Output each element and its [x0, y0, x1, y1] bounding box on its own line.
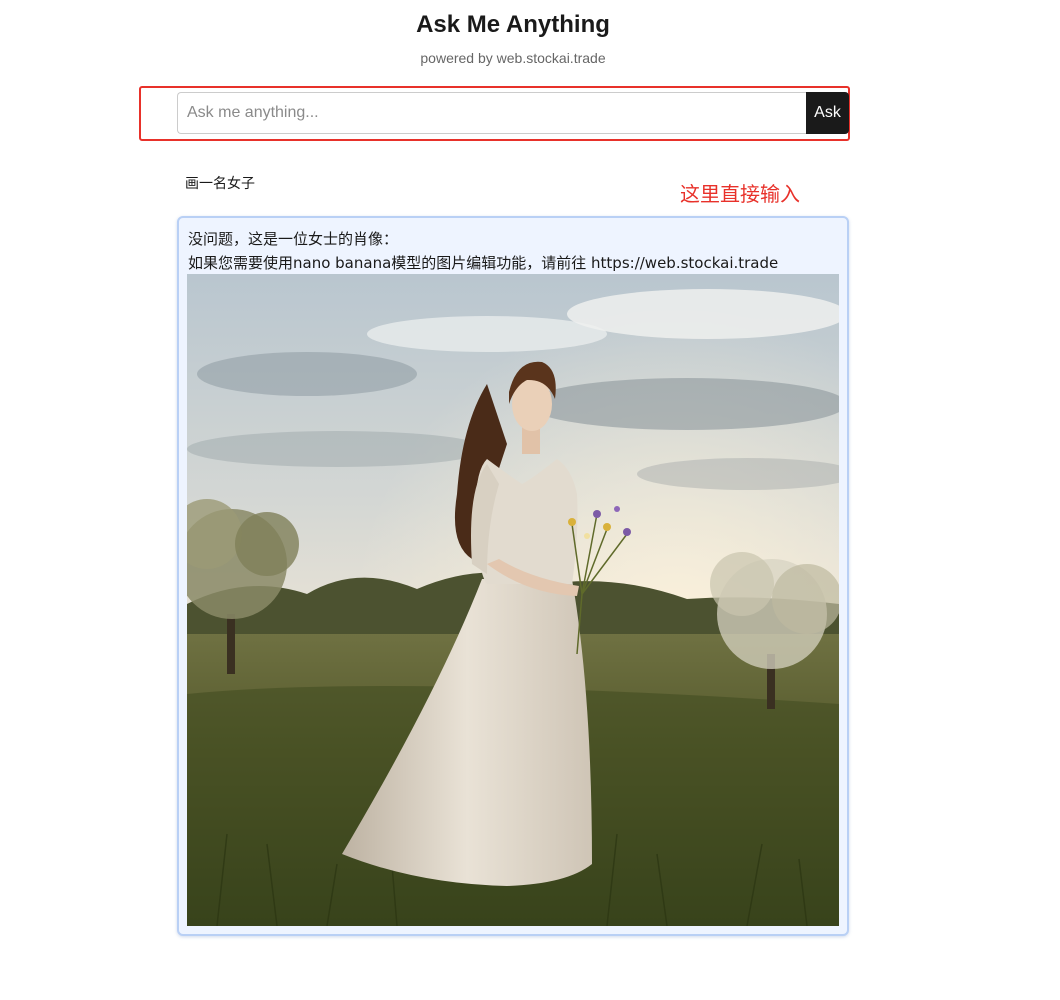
input-hint-annotation: 这里直接输入 — [680, 182, 800, 206]
assistant-reply-card: 没问题，这是一位女士的肖像： 如果您需要使用nano banana模型的图片编辑… — [177, 216, 849, 936]
page-subtitle: powered by web.stockai.trade — [420, 50, 606, 66]
user-message: 画一名女子 — [185, 176, 255, 192]
page: Ask Me Anything powered by web.stockai.t… — [0, 0, 1060, 1000]
reply-text-line: 没问题，这是一位女士的肖像： — [188, 230, 399, 248]
ask-input[interactable] — [177, 92, 807, 134]
ask-button[interactable]: Ask — [806, 92, 849, 134]
generated-image — [187, 274, 839, 926]
reply-text-line: 如果您需要使用nano banana模型的图片编辑功能，请前往 https://… — [188, 254, 779, 272]
page-title: Ask Me Anything — [416, 11, 610, 38]
